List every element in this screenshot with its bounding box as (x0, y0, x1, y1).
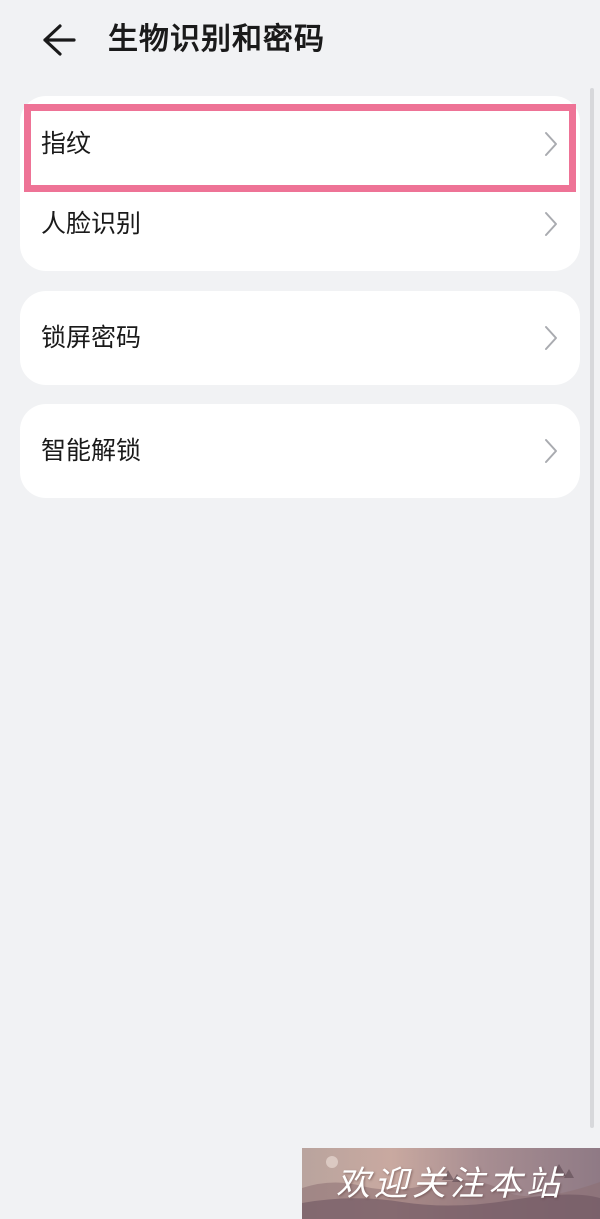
list-item-lock-screen-password[interactable]: 锁屏密码 (20, 298, 580, 378)
list-item-face-recognition[interactable]: 人脸识别 (20, 184, 580, 264)
page-title: 生物识别和密码 (108, 22, 325, 57)
chevron-right-icon (544, 131, 558, 157)
list-item-fingerprint[interactable]: 指纹 (20, 104, 580, 184)
arrow-left-icon (43, 24, 76, 56)
back-button[interactable] (36, 18, 82, 62)
list-item-label: 人脸识别 (41, 209, 142, 238)
chevron-right-icon (544, 211, 558, 237)
watermark: 欢迎关注本站 (302, 1148, 600, 1219)
watermark-text: 欢迎关注本站 (336, 1164, 564, 1204)
list-item-label: 指纹 (41, 129, 92, 158)
biometrics-card: 指纹 人脸识别 (20, 96, 580, 271)
list-item-label: 锁屏密码 (41, 323, 142, 352)
app-header: 生物识别和密码 (0, 0, 600, 84)
smart-unlock-card: 智能解锁 (20, 404, 580, 498)
scrollbar[interactable] (590, 88, 594, 1128)
chevron-right-icon (544, 325, 558, 351)
list-item-label: 智能解锁 (41, 436, 142, 465)
chevron-right-icon (544, 438, 558, 464)
lock-screen-card: 锁屏密码 (20, 291, 580, 385)
list-item-smart-unlock[interactable]: 智能解锁 (20, 411, 580, 491)
